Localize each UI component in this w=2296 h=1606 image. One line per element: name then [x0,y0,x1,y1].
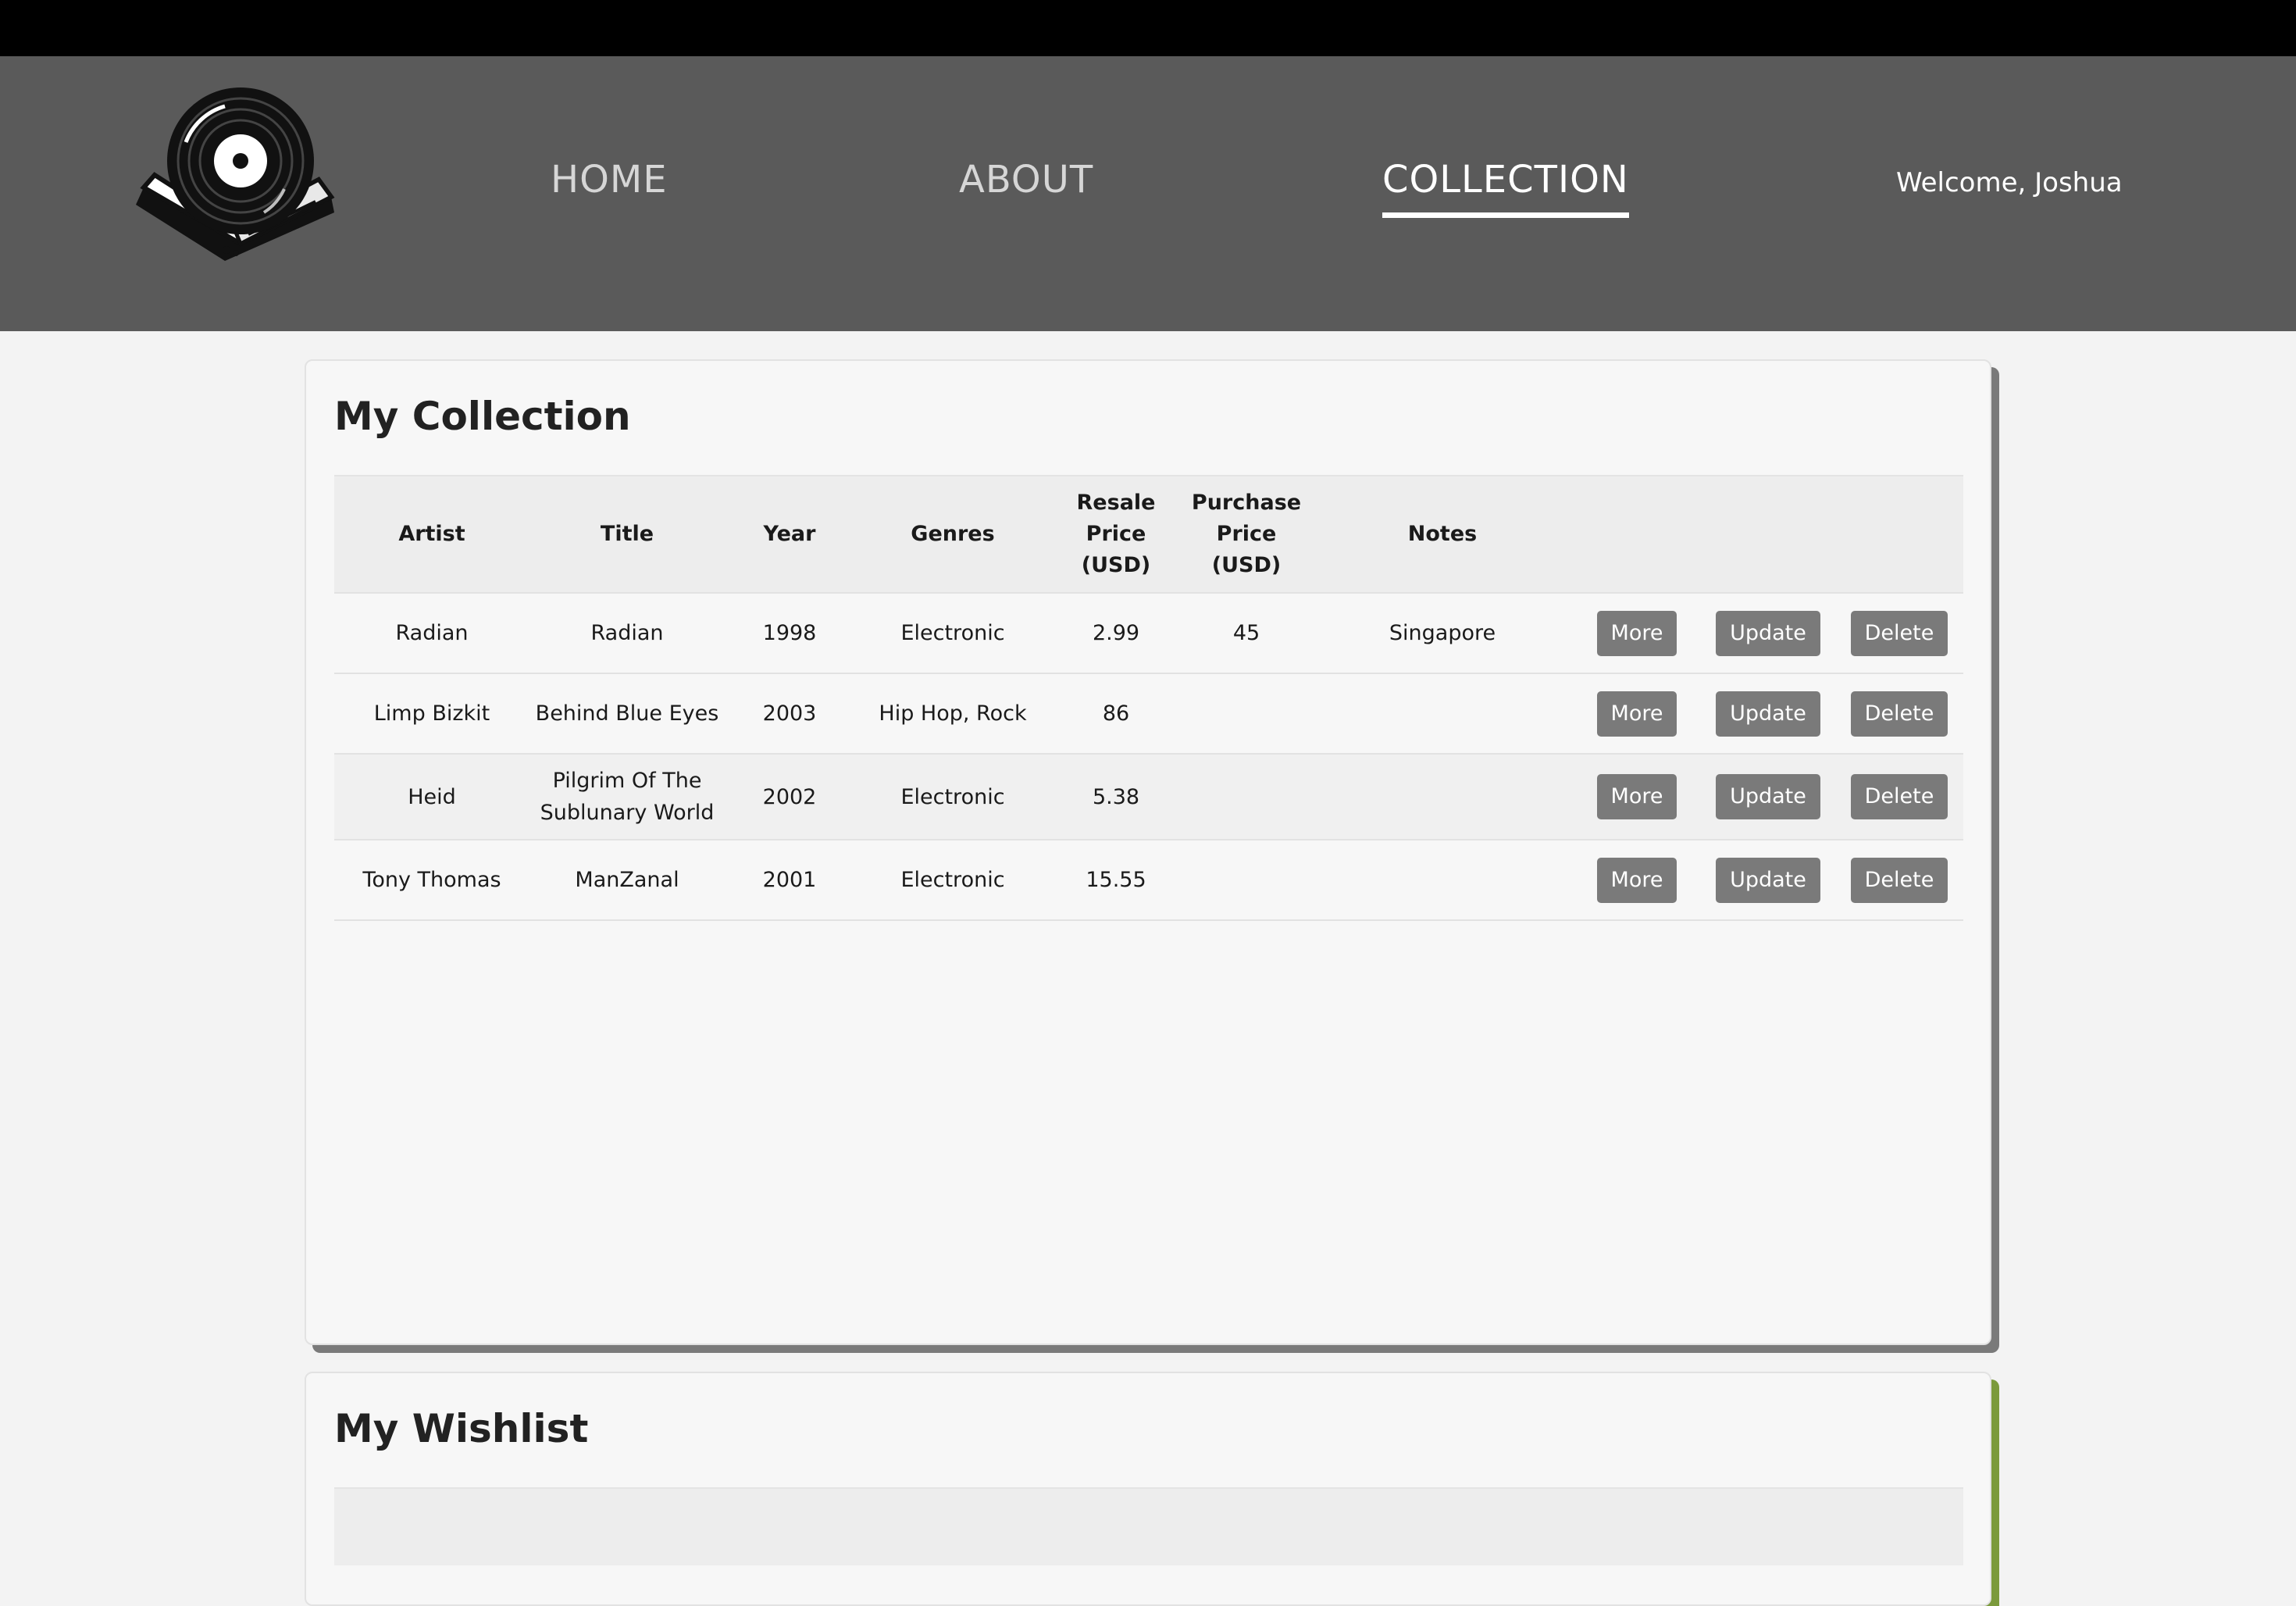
more-button[interactable]: More [1596,774,1677,819]
cell-delete: Delete [1835,592,1963,673]
delete-button[interactable]: Delete [1850,691,1948,737]
header-notes: Notes [1312,475,1573,593]
header-purchase-line2: Price [1216,522,1277,546]
cell-more: More [1573,673,1701,754]
cell-notes [1312,753,1573,840]
more-button[interactable]: More [1596,610,1677,656]
table-row: Tony Thomas ManZanal 2001 Electronic 15.… [334,839,1963,921]
cell-genres: Electronic [854,753,1051,840]
cell-more: More [1573,753,1701,840]
cell-purchase [1181,753,1312,840]
cell-artist: Heid [334,753,529,840]
delete-button[interactable]: Delete [1850,774,1948,819]
table-header-row: Artist Title Year Genres Resale Price (U… [334,475,1963,593]
cell-notes [1312,839,1573,921]
header-more-col [1573,475,1701,593]
site-header: HOME ABOUT COLLECTION Welcome, Joshua [0,56,2296,331]
cell-year: 2001 [725,839,854,921]
cell-update: Update [1701,592,1835,673]
cell-year: 1998 [725,592,854,673]
header-resale-line2: Price [1086,522,1146,546]
cell-title: Radian [529,592,725,673]
wishlist-table-header [334,1487,1963,1565]
cell-title-line2: Sublunary World [540,801,715,825]
top-black-bar [0,0,2296,56]
cell-resale: 86 [1051,673,1181,754]
welcome-message: Welcome, Joshua [1896,167,2123,198]
cell-title: Pilgrim Of The Sublunary World [529,753,725,840]
cell-update: Update [1701,753,1835,840]
collection-table: Artist Title Year Genres Resale Price (U… [334,475,1963,921]
header-genres: Genres [854,475,1051,593]
update-button[interactable]: Update [1716,774,1820,819]
cell-artist: Tony Thomas [334,839,529,921]
wishlist-card: My Wishlist [305,1372,1991,1606]
delete-button[interactable]: Delete [1850,857,1948,903]
cell-genres: Electronic [854,592,1051,673]
cell-year: 2002 [725,753,854,840]
collection-card: My Collection Artist Title Year Genres R… [305,359,1991,1345]
table-row: Radian Radian 1998 Electronic 2.99 45 Si… [334,592,1963,673]
table-row: Heid Pilgrim Of The Sublunary World 2002… [334,753,1963,840]
nav-home[interactable]: HOME [551,158,668,202]
nav-about[interactable]: ABOUT [959,158,1093,202]
header-title: Title [529,475,725,593]
header-resale-price: Resale Price (USD) [1051,475,1181,593]
cell-purchase [1181,673,1312,754]
cell-delete: Delete [1835,753,1963,840]
wishlist-title: My Wishlist [334,1406,589,1451]
cell-artist: Limp Bizkit [334,673,529,754]
header-year: Year [725,475,854,593]
collection-title: My Collection [334,394,631,439]
header-resale-line3: (USD) [1081,553,1151,577]
cell-update: Update [1701,839,1835,921]
cell-artist: Radian [334,592,529,673]
cell-title: ManZanal [529,839,725,921]
cell-resale: 5.38 [1051,753,1181,840]
cell-delete: Delete [1835,839,1963,921]
cell-more: More [1573,839,1701,921]
cell-title-line1: Pilgrim Of The [552,769,702,793]
cell-delete: Delete [1835,673,1963,754]
header-purchase-line1: Purchase [1191,491,1302,515]
table-row: Limp Bizkit Behind Blue Eyes 2003 Hip Ho… [334,673,1963,754]
more-button[interactable]: More [1596,857,1677,903]
header-purchase-price: Purchase Price (USD) [1181,475,1312,593]
header-delete-col [1835,475,1963,593]
cell-notes: Singapore [1312,592,1573,673]
cell-more: More [1573,592,1701,673]
header-resale-line1: Resale [1076,491,1156,515]
cell-genres: Electronic [854,839,1051,921]
cell-title: Behind Blue Eyes [529,673,725,754]
update-button[interactable]: Update [1716,610,1820,656]
vinyl-record-logo-icon[interactable] [131,87,350,297]
nav-collection[interactable]: COLLECTION [1382,158,1629,218]
cell-update: Update [1701,673,1835,754]
header-purchase-line3: (USD) [1211,553,1282,577]
update-button[interactable]: Update [1716,691,1820,737]
update-button[interactable]: Update [1716,857,1820,903]
delete-button[interactable]: Delete [1850,610,1948,656]
more-button[interactable]: More [1596,691,1677,737]
header-update-col [1701,475,1835,593]
header-artist: Artist [334,475,529,593]
cell-year: 2003 [725,673,854,754]
cell-resale: 2.99 [1051,592,1181,673]
cell-purchase [1181,839,1312,921]
cell-notes [1312,673,1573,754]
cell-genres: Hip Hop, Rock [854,673,1051,754]
cell-purchase: 45 [1181,592,1312,673]
cell-resale: 15.55 [1051,839,1181,921]
